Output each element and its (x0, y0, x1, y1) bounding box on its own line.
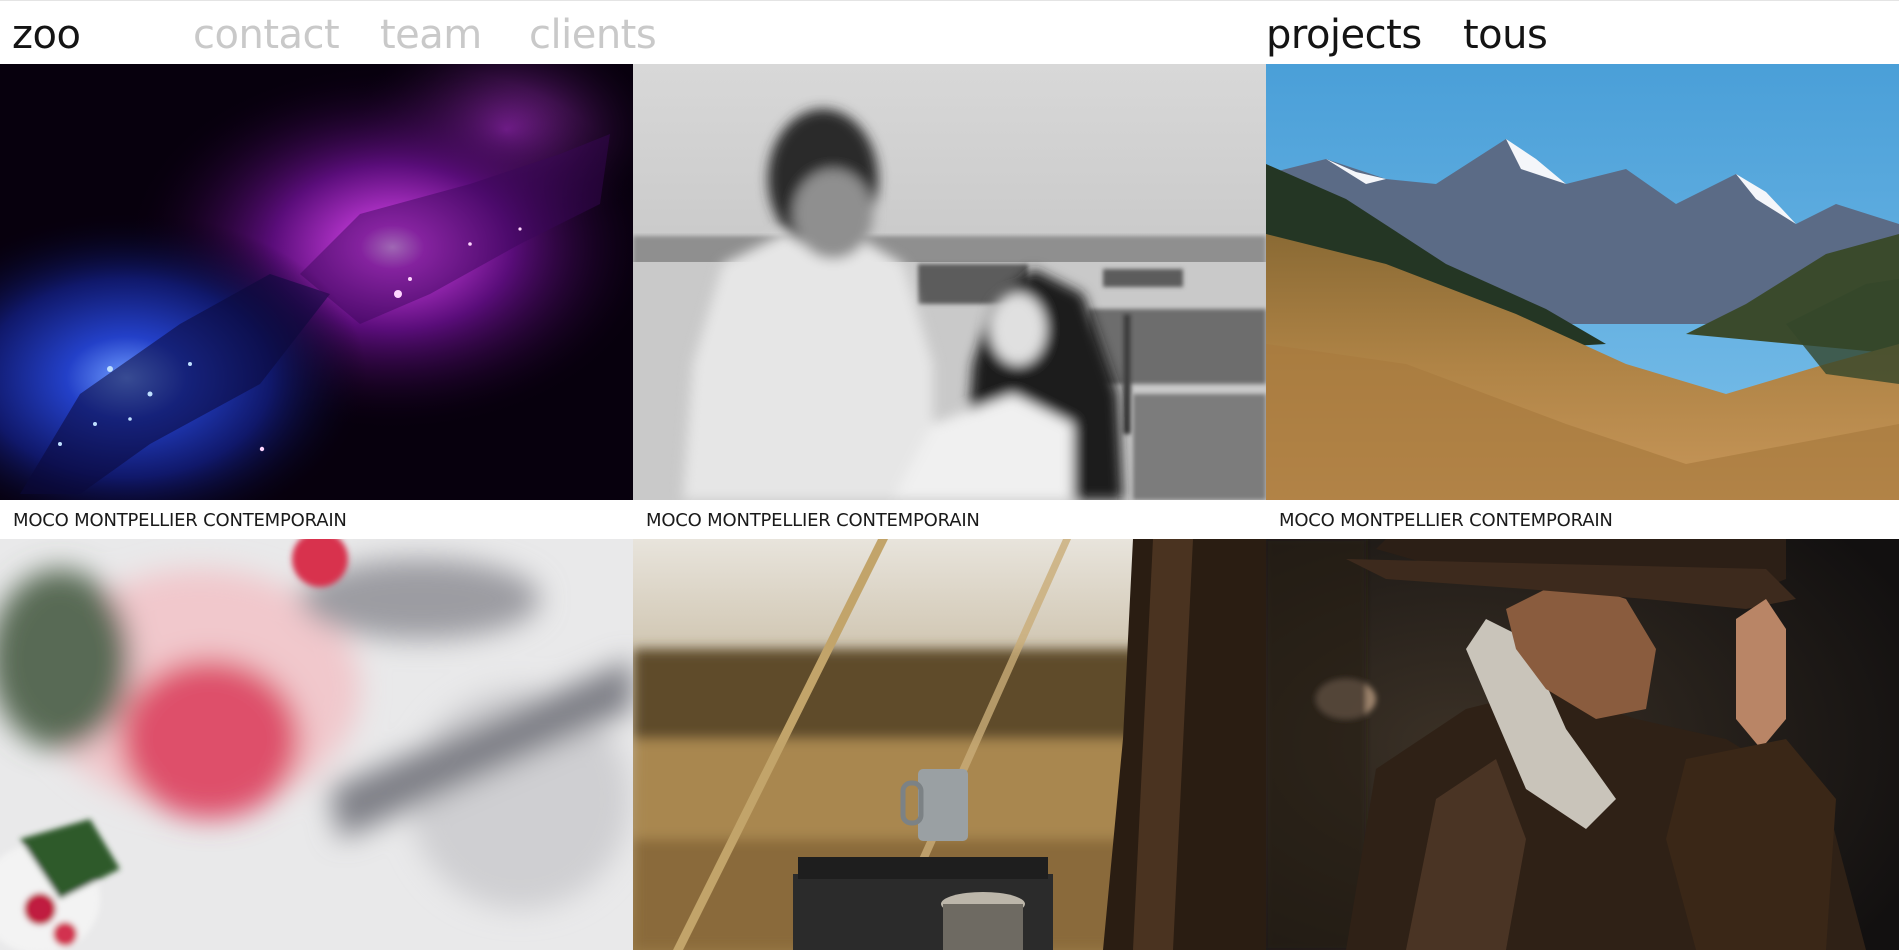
nav-link-contact[interactable]: contact (193, 11, 340, 59)
project-caption: MOCO MONTPELLIER CONTEMPORAIN (1279, 510, 1613, 531)
project-thumbnail-couple-harbour (633, 64, 1266, 500)
project-card-moco-3[interactable]: MOCO MONTPELLIER CONTEMPORAIN (1266, 64, 1899, 539)
project-caption: MOCO MONTPELLIER CONTEMPORAIN (13, 510, 347, 531)
project-grid: MOCO MONTPELLIER CONTEMPORAIN MOCO MONTP… (0, 64, 1899, 950)
project-thumbnail-flowers-snow (0, 539, 633, 950)
top-navigation: zoo contact team clients projects tous (0, 0, 1899, 64)
project-card-moco-2[interactable]: MOCO MONTPELLIER CONTEMPORAIN (633, 64, 1266, 539)
project-thumbnail-mountains (1266, 64, 1899, 500)
project-thumbnail-cowboy (1266, 539, 1899, 950)
project-card-camping[interactable] (633, 539, 1266, 950)
project-card-moco-1[interactable]: MOCO MONTPELLIER CONTEMPORAIN (0, 64, 633, 539)
nav-link-tous[interactable]: tous (1463, 11, 1548, 59)
project-card-flowers[interactable] (0, 539, 633, 950)
project-thumbnail-abstract-light (0, 64, 633, 500)
project-card-cowboy[interactable] (1266, 539, 1899, 950)
nav-link-team[interactable]: team (380, 11, 482, 59)
nav-link-projects[interactable]: projects (1266, 11, 1422, 59)
nav-link-zoo[interactable]: zoo (12, 11, 81, 59)
project-thumbnail-camping-stove (633, 539, 1266, 950)
nav-link-clients[interactable]: clients (529, 11, 657, 59)
project-caption: MOCO MONTPELLIER CONTEMPORAIN (646, 510, 980, 531)
